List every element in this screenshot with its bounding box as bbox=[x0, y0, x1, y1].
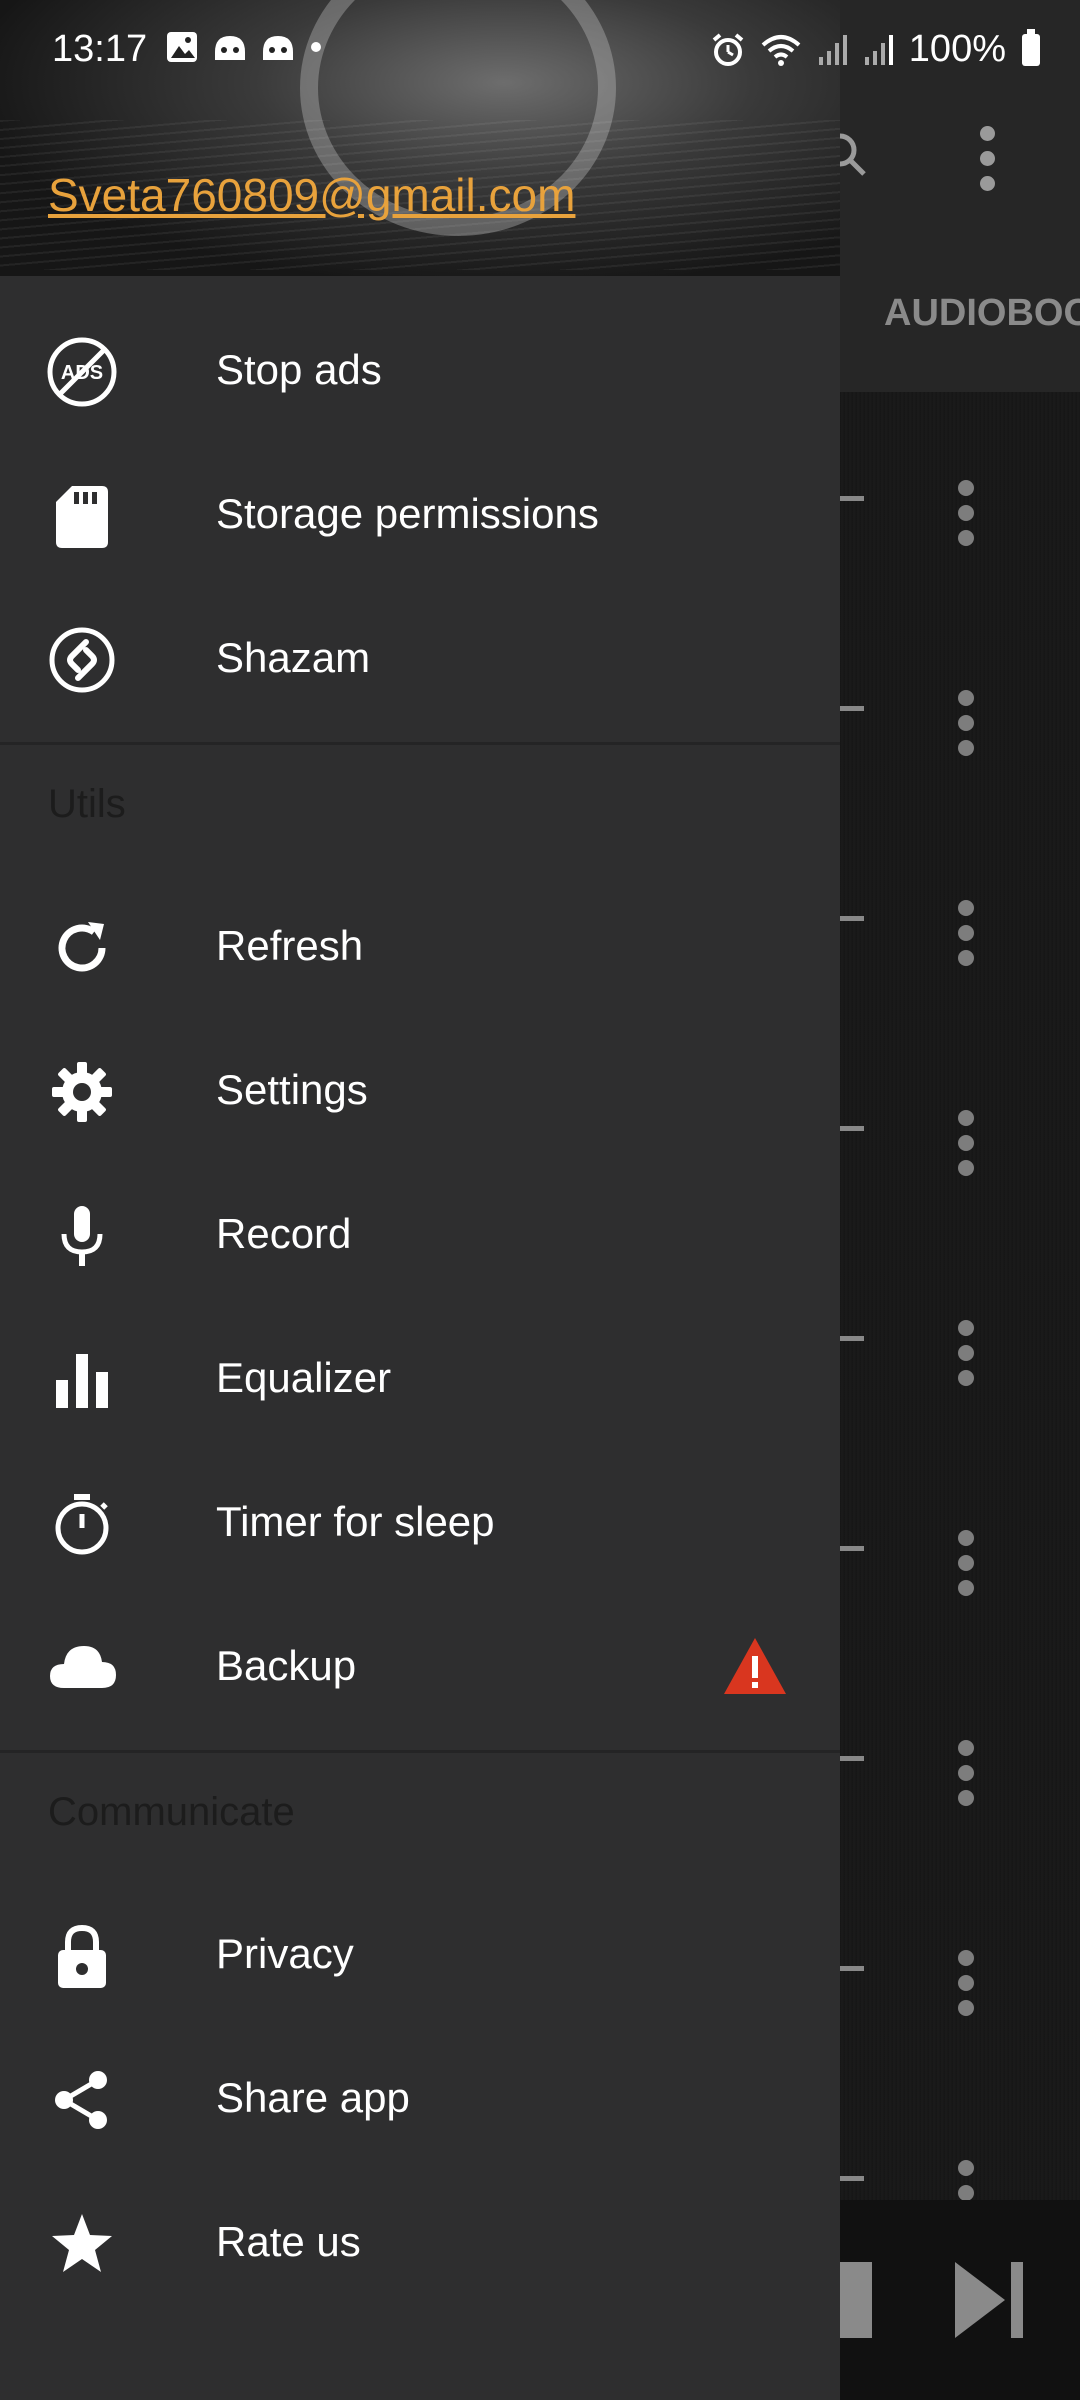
account-email[interactable]: Sveta760809@gmail.com bbox=[48, 168, 575, 222]
navigation-drawer: Sveta760809@gmail.com ADS Stop ads Storage… bbox=[0, 0, 840, 2400]
menu-item-label: Equalizer bbox=[216, 1354, 392, 1401]
menu-item-label: Backup bbox=[216, 1642, 357, 1689]
tab-audiobooks[interactable]: AUDIOBOO bbox=[884, 292, 1080, 335]
shazam-icon bbox=[46, 624, 118, 696]
battery-icon bbox=[1022, 28, 1040, 66]
menu-item-record[interactable]: Record bbox=[0, 1164, 840, 1308]
equalizer-icon bbox=[46, 1344, 118, 1416]
timer-icon bbox=[46, 1488, 118, 1560]
menu-item-settings[interactable]: Settings bbox=[0, 1020, 840, 1164]
menu-item-equalizer[interactable]: Equalizer bbox=[0, 1308, 840, 1452]
refresh-icon bbox=[46, 912, 118, 984]
pause-icon[interactable] bbox=[840, 2262, 872, 2338]
menu-item-label: Privacy bbox=[216, 1930, 354, 1977]
dot-icon bbox=[311, 42, 321, 52]
skip-next-icon[interactable] bbox=[955, 2262, 1025, 2338]
more-options-icon[interactable] bbox=[980, 126, 995, 201]
track-more-icon[interactable] bbox=[958, 1110, 974, 1185]
track-row-edge bbox=[840, 1546, 864, 1551]
track-row-edge bbox=[840, 496, 864, 501]
track-more-icon[interactable] bbox=[958, 1320, 974, 1395]
track-more-icon[interactable] bbox=[958, 690, 974, 765]
lock-icon bbox=[46, 1920, 118, 1992]
menu-item-stop-ads[interactable]: ADS Stop ads bbox=[0, 300, 840, 444]
wifi-icon bbox=[761, 34, 801, 66]
alarm-icon bbox=[712, 32, 744, 66]
status-time: 13:17 bbox=[52, 28, 148, 70]
warning-icon bbox=[722, 1636, 788, 1696]
track-more-icon[interactable] bbox=[958, 480, 974, 555]
track-row-edge bbox=[840, 916, 864, 921]
menu-item-privacy[interactable]: Privacy bbox=[0, 1884, 840, 2028]
menu-item-label: Share app bbox=[216, 2074, 410, 2121]
menu-item-label: Refresh bbox=[216, 922, 364, 969]
signal-icon bbox=[818, 34, 847, 65]
track-row-edge bbox=[840, 1756, 864, 1761]
menu-item-label: Settings bbox=[216, 1066, 368, 1113]
section-divider bbox=[0, 742, 840, 745]
star-icon bbox=[46, 2208, 118, 2280]
section-title: Utils bbox=[48, 782, 126, 826]
gallery-icon bbox=[167, 32, 197, 62]
track-row-edge bbox=[840, 706, 864, 711]
menu-item-label: Stop ads bbox=[216, 346, 382, 393]
menu-item-label: Record bbox=[216, 1210, 352, 1257]
signal-icon bbox=[864, 34, 893, 65]
sd-card-icon bbox=[46, 480, 118, 552]
menu-item-label: Timer for sleep bbox=[216, 1498, 495, 1545]
menu-item-shazam[interactable]: Shazam bbox=[0, 588, 840, 732]
menu-item-backup[interactable]: Backup bbox=[0, 1596, 840, 1740]
track-row-edge bbox=[840, 1126, 864, 1131]
app-icon bbox=[263, 36, 293, 60]
cloud-icon bbox=[46, 1632, 118, 1704]
menu-item-label: Shazam bbox=[216, 634, 371, 681]
track-row-edge bbox=[840, 2176, 864, 2181]
section-divider bbox=[0, 1750, 840, 1753]
microphone-icon bbox=[46, 1200, 118, 1272]
menu-item-timer-for-sleep[interactable]: Timer for sleep bbox=[0, 1452, 840, 1596]
status-bar: 13:17 100% bbox=[0, 0, 1080, 96]
gear-icon bbox=[46, 1056, 118, 1128]
track-more-icon[interactable] bbox=[958, 1740, 974, 1815]
menu-item-share-app[interactable]: Share app bbox=[0, 2028, 840, 2172]
track-more-icon[interactable] bbox=[958, 1530, 974, 1605]
menu-item-label: Rate us bbox=[216, 2218, 361, 2265]
track-row-edge bbox=[840, 1966, 864, 1971]
section-title: Communicate bbox=[48, 1790, 295, 1834]
menu-item-rate-us[interactable]: Rate us bbox=[0, 2172, 840, 2316]
track-row-edge bbox=[840, 1336, 864, 1341]
app-icon bbox=[215, 36, 245, 60]
menu-item-refresh[interactable]: Refresh bbox=[0, 876, 840, 1020]
track-more-icon[interactable] bbox=[958, 1950, 974, 2025]
menu-item-storage-permissions[interactable]: Storage permissions bbox=[0, 444, 840, 588]
menu-item-label: Storage permissions bbox=[216, 490, 599, 537]
share-icon bbox=[46, 2064, 118, 2136]
no-ads-icon: ADS bbox=[46, 336, 118, 408]
track-more-icon[interactable] bbox=[958, 900, 974, 975]
battery-level: 100% bbox=[908, 28, 1006, 70]
